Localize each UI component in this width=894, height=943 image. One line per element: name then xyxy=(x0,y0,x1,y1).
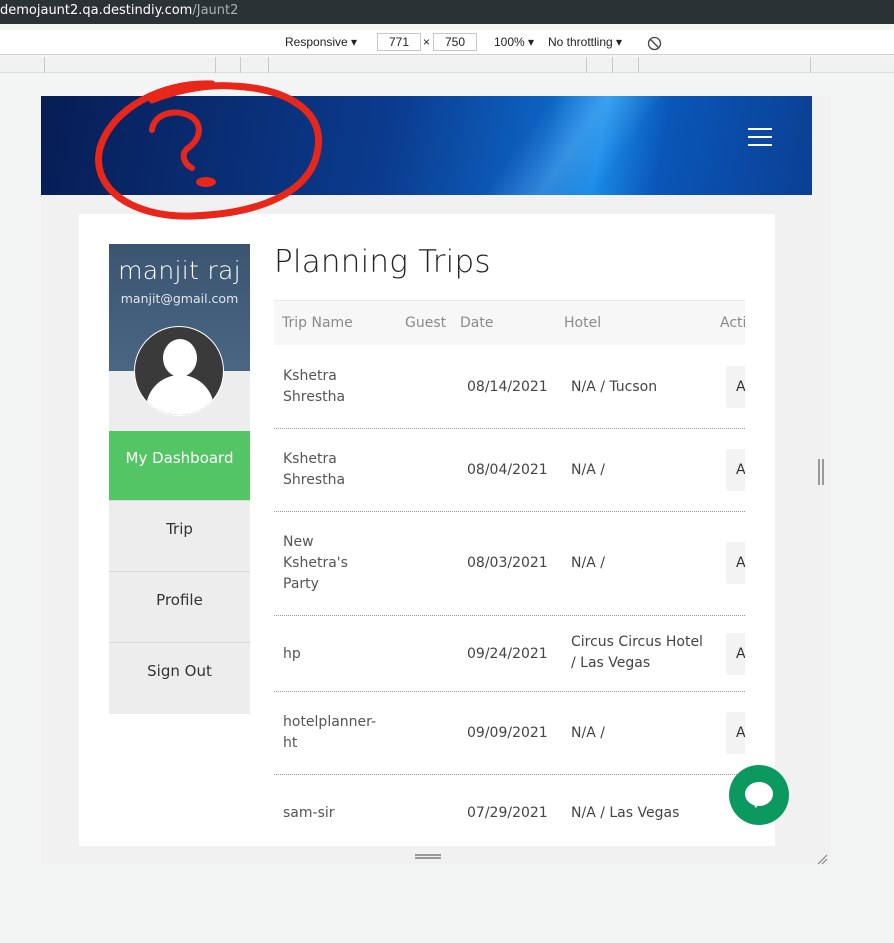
device-select[interactable]: Responsive ▾ xyxy=(285,30,357,54)
table-row[interactable]: New Kshetra's Party 08/03/2021 N/A / A xyxy=(274,512,745,616)
date-cell: 09/24/2021 xyxy=(467,646,548,662)
date-cell: 08/14/2021 xyxy=(467,379,548,395)
throttling-select[interactable]: No throttling ▾ xyxy=(548,30,622,54)
sidebar-item-sign-out[interactable]: Sign Out xyxy=(109,643,250,714)
trip-name-cell[interactable]: Kshetra Shrestha xyxy=(283,449,373,491)
table-header: Trip Name Guest Date Hotel Acti xyxy=(274,301,745,345)
date-cell: 08/03/2021 xyxy=(467,555,548,571)
action-button[interactable]: A xyxy=(726,712,745,754)
hotel-cell: N/A / xyxy=(571,725,605,741)
media-query-ruler[interactable] xyxy=(0,57,894,73)
trips-table: Trip Name Guest Date Hotel Acti Kshetra … xyxy=(274,300,745,846)
main-content: Planning Trips Trip Name Guest Date Hote… xyxy=(274,244,745,821)
viewport-width-input[interactable]: 771 xyxy=(377,33,421,51)
sidebar-nav: My Dashboard Trip Profile Sign Out xyxy=(109,431,250,714)
chat-button[interactable] xyxy=(729,765,789,825)
trip-name-cell[interactable]: hp xyxy=(283,644,373,665)
zoom-select[interactable]: 100% ▾ xyxy=(494,30,534,54)
rotate-icon[interactable] xyxy=(647,35,662,59)
table-row[interactable]: sam-sir 07/29/2021 N/A / Las Vegas xyxy=(274,775,745,846)
trip-name-cell[interactable]: Kshetra Shrestha xyxy=(283,366,373,408)
hotel-cell: N/A / xyxy=(571,462,605,478)
dimension-separator: × xyxy=(423,35,431,49)
sidebar-item-profile[interactable]: Profile xyxy=(109,572,250,643)
hotel-cell: N/A / Las Vegas xyxy=(571,805,680,821)
column-header-date[interactable]: Date xyxy=(460,315,493,331)
viewport-resize-handle-bottom[interactable] xyxy=(41,846,831,864)
sidebar-item-trip[interactable]: Trip xyxy=(109,501,250,572)
column-header-guest[interactable]: Guest xyxy=(405,315,446,331)
page-title: Planning Trips xyxy=(274,244,491,280)
trip-name-cell[interactable]: New Kshetra's Party xyxy=(283,532,353,595)
column-header-trip-name[interactable]: Trip Name xyxy=(282,315,353,331)
profile-email: manjit@gmail.com xyxy=(120,291,239,306)
dashboard-card: manjit raj manjit@gmail.com My Dashboard… xyxy=(79,214,775,846)
action-button[interactable]: A xyxy=(726,449,745,491)
date-cell: 07/29/2021 xyxy=(467,805,548,821)
column-header-action[interactable]: Acti xyxy=(720,315,745,331)
trip-name-cell[interactable]: hotelplanner-ht xyxy=(283,712,376,754)
table-row[interactable]: Kshetra Shrestha 08/04/2021 N/A / A xyxy=(274,429,745,512)
profile-name: manjit raj xyxy=(118,256,241,285)
table-row[interactable]: hp 09/24/2021 Circus Circus Hotel / Las … xyxy=(274,616,745,692)
emulated-viewport: manjit raj manjit@gmail.com My Dashboard… xyxy=(41,96,831,846)
hotel-cell: N/A / Tucson xyxy=(571,379,658,395)
hamburger-menu-icon[interactable] xyxy=(748,128,772,148)
url-path: /Jaunt2 xyxy=(192,3,239,18)
viewport-resize-handle-right[interactable] xyxy=(818,459,824,485)
hotel-cell: N/A / xyxy=(571,555,605,571)
site-header xyxy=(41,96,812,195)
trip-name-cell[interactable]: sam-sir xyxy=(283,803,373,824)
hotel-cell: Circus Circus Hotel / Las Vegas xyxy=(571,634,703,671)
viewport-height-input[interactable]: 750 xyxy=(433,33,477,51)
column-header-hotel[interactable]: Hotel xyxy=(564,315,601,331)
date-cell: 09/09/2021 xyxy=(467,725,548,741)
viewport-resize-corner-icon[interactable] xyxy=(816,850,828,865)
table-row[interactable]: Kshetra Shrestha 08/14/2021 N/A / Tucson… xyxy=(274,345,745,429)
avatar-icon xyxy=(134,326,224,416)
devtools-device-toolbar: Responsive ▾ 771 × 750 100% ▾ No throttl… xyxy=(0,30,894,55)
action-button[interactable]: A xyxy=(726,633,745,675)
action-button[interactable]: A xyxy=(726,366,745,408)
profile-sidebar: manjit raj manjit@gmail.com My Dashboard… xyxy=(109,244,250,714)
action-button[interactable]: A xyxy=(726,542,745,584)
table-row[interactable]: hotelplanner-ht 09/09/2021 N/A / A xyxy=(274,692,745,775)
sidebar-item-my-dashboard[interactable]: My Dashboard xyxy=(109,431,250,501)
date-cell: 08/04/2021 xyxy=(467,462,548,478)
browser-address-bar[interactable]: demojaunt2.qa.destindiy.com/Jaunt2 xyxy=(0,0,894,24)
url-host: demojaunt2.qa.destindiy.com xyxy=(0,3,193,18)
